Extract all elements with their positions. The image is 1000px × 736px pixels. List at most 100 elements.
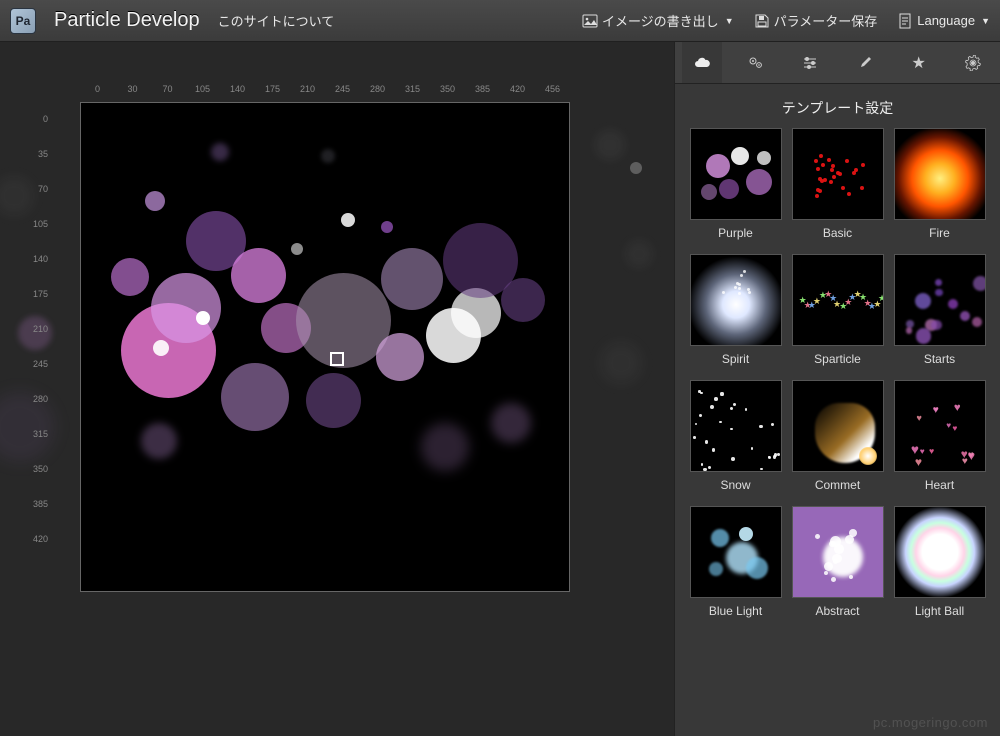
particle	[221, 363, 289, 431]
ruler-tick: 420	[20, 522, 48, 557]
particle	[381, 248, 443, 310]
ruler-tick: 105	[20, 207, 48, 242]
template-label: Commet	[792, 478, 884, 492]
template-thumb	[792, 506, 884, 598]
template-label: Fire	[894, 226, 986, 240]
template-basic[interactable]: Basic	[792, 128, 884, 240]
particle	[501, 278, 545, 322]
template-label: Blue Light	[690, 604, 782, 618]
side-panel: ★ テンプレート設定 Purple Basic Fire Spirit★★★★★★★★…	[674, 42, 1000, 736]
template-thumb	[894, 506, 986, 598]
template-snow[interactable]: Snow	[690, 380, 782, 492]
about-link[interactable]: このサイトについて	[218, 11, 335, 30]
template-purple[interactable]: Purple	[690, 128, 782, 240]
panel-title: テンプレート設定	[675, 84, 1000, 128]
particle	[306, 373, 361, 428]
ruler-tick: 280	[20, 382, 48, 417]
template-label: Basic	[792, 226, 884, 240]
particle	[321, 149, 335, 163]
save-button[interactable]: パラメーター保存	[754, 11, 878, 30]
template-blue-light[interactable]: Blue Light	[690, 506, 782, 618]
template-label: Light Ball	[894, 604, 986, 618]
tab-stage[interactable]	[953, 42, 993, 83]
ruler-tick: 140	[220, 84, 255, 94]
caret-down-icon: ▼	[981, 16, 990, 26]
template-starts[interactable]: Starts	[894, 254, 986, 366]
emitter-handle[interactable]	[330, 352, 344, 366]
sliders-icon	[802, 55, 818, 71]
ruler-tick: 35	[20, 137, 48, 172]
template-thumb: ♥♥♥♥♥♥♥♥♥♥♥♥♥♥	[894, 380, 986, 472]
ruler-tick: 0	[20, 102, 48, 137]
ruler-tick: 70	[20, 172, 48, 207]
template-thumb	[792, 128, 884, 220]
ruler-tick: 385	[465, 84, 500, 94]
particle	[145, 191, 165, 211]
template-thumb: ★★★★★★★★★★★★★★★★★★	[792, 254, 884, 346]
ambient-particle	[600, 342, 642, 384]
particle-canvas[interactable]	[80, 102, 570, 592]
template-thumb	[894, 128, 986, 220]
template-label: Heart	[894, 478, 986, 492]
ruler-tick: 175	[255, 84, 290, 94]
ruler-tick: 0	[80, 84, 115, 94]
save-label: パラメーター保存	[774, 11, 878, 30]
tab-color[interactable]	[845, 42, 885, 83]
template-abstract[interactable]: Abstract	[792, 506, 884, 618]
particle	[111, 258, 149, 296]
ruler-tick: 175	[20, 277, 48, 312]
gear-icon	[965, 55, 981, 71]
ruler-vertical: 03570105140175210245280315350385420	[20, 102, 48, 557]
template-thumb	[792, 380, 884, 472]
tab-template[interactable]	[682, 42, 722, 83]
template-heart[interactable]: ♥♥♥♥♥♥♥♥♥♥♥♥♥♥ Heart	[894, 380, 986, 492]
brush-icon	[857, 55, 873, 71]
template-thumb	[690, 380, 782, 472]
template-fire[interactable]: Fire	[894, 128, 986, 240]
language-button[interactable]: Language ▼	[897, 13, 990, 29]
ruler-tick: 30	[115, 84, 150, 94]
image-icon	[582, 13, 598, 29]
template-sparticle[interactable]: ★★★★★★★★★★★★★★★★★★ Sparticle	[792, 254, 884, 366]
particle	[141, 423, 177, 459]
ambient-particle	[630, 162, 642, 174]
save-icon	[754, 13, 770, 29]
particle	[341, 213, 355, 227]
ruler-tick: 456	[535, 84, 570, 94]
particle	[151, 273, 221, 343]
ruler-tick: 315	[395, 84, 430, 94]
template-spirit[interactable]: Spirit	[690, 254, 782, 366]
particle	[231, 248, 286, 303]
app-logo-icon: Pa	[10, 8, 36, 34]
tab-shape[interactable]: ★	[899, 42, 939, 83]
cloud-icon	[694, 55, 710, 71]
top-bar: Pa Particle Develop このサイトについて イメージの書き出し …	[0, 0, 1000, 42]
caret-down-icon: ▼	[725, 16, 734, 26]
particle	[291, 243, 303, 255]
ruler-tick: 245	[325, 84, 360, 94]
ruler-horizontal: 03070105140175210245280315350385420456	[80, 84, 570, 94]
ruler-tick: 140	[20, 242, 48, 277]
template-label: Snow	[690, 478, 782, 492]
ambient-particle	[625, 240, 653, 268]
template-thumb	[690, 254, 782, 346]
cogs-icon	[748, 55, 764, 71]
star-icon: ★	[912, 53, 926, 73]
particle	[153, 340, 169, 356]
template-label: Sparticle	[792, 352, 884, 366]
ambient-particle	[595, 130, 625, 160]
ruler-tick: 315	[20, 417, 48, 452]
particle	[196, 311, 210, 325]
tab-particle[interactable]	[790, 42, 830, 83]
template-label: Abstract	[792, 604, 884, 618]
export-image-button[interactable]: イメージの書き出し ▼	[582, 11, 734, 30]
tab-emitter[interactable]	[736, 42, 776, 83]
particle	[421, 423, 469, 471]
template-commet[interactable]: Commet	[792, 380, 884, 492]
canvas-area: 03070105140175210245280315350385420456 0…	[0, 42, 674, 736]
ruler-tick: 210	[290, 84, 325, 94]
template-thumb	[894, 254, 986, 346]
template-light-ball[interactable]: Light Ball	[894, 506, 986, 618]
particle	[491, 403, 531, 443]
app-title: Particle Develop	[54, 9, 200, 32]
